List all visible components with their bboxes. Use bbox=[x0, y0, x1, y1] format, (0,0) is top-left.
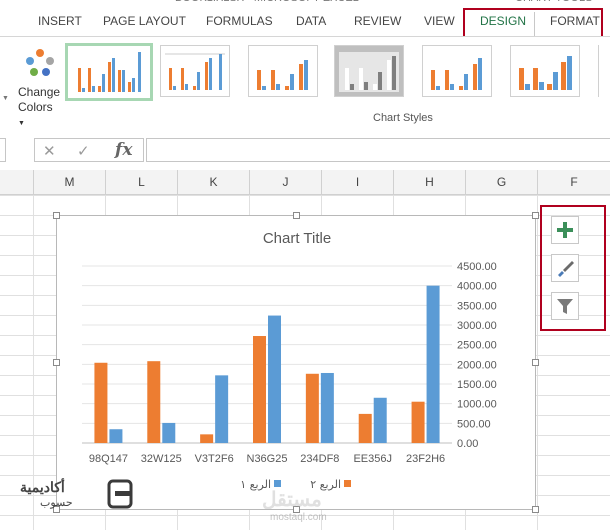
column-header-label: L bbox=[138, 175, 145, 189]
collapse-arrow-icon: ▼ bbox=[2, 95, 9, 102]
chevron-down-icon: ▼ bbox=[18, 120, 25, 127]
column-header-f[interactable]: F bbox=[537, 170, 610, 194]
column-header-label: F bbox=[570, 175, 578, 189]
x-tick-label: EE356J bbox=[353, 453, 392, 465]
colors-label: Colors ▼ bbox=[18, 100, 62, 128]
chart-style-6[interactable] bbox=[510, 45, 580, 97]
y-tick-label: 4500.00 bbox=[457, 261, 497, 273]
bar-series-1[interactable] bbox=[109, 429, 123, 443]
chart-styles-group-label: Chart Styles bbox=[373, 112, 433, 124]
mostaql-watermark-url: mostaql.com bbox=[270, 512, 327, 523]
academy-watermark: أكاديمية bbox=[20, 479, 65, 495]
x-tick-label: V3T2F6 bbox=[195, 453, 234, 465]
tab-data[interactable]: DATA bbox=[296, 14, 326, 28]
chart-style-3[interactable] bbox=[248, 45, 318, 97]
column-header-label: G bbox=[496, 175, 507, 189]
chart-style-preview bbox=[519, 56, 572, 90]
y-tick-label: 4000.00 bbox=[457, 281, 497, 293]
chart-style-4[interactable] bbox=[334, 45, 404, 97]
column-header-i-left[interactable]: I bbox=[0, 170, 15, 194]
chart-style-preview bbox=[257, 60, 308, 90]
y-tick-label: 3500.00 bbox=[457, 300, 497, 312]
enter-icon[interactable]: ✓ bbox=[77, 142, 90, 160]
chart-style-preview bbox=[431, 58, 482, 90]
column-header-i[interactable]: I bbox=[321, 170, 393, 194]
bar-series-2[interactable] bbox=[305, 373, 319, 443]
bar-series-2[interactable] bbox=[411, 401, 425, 443]
y-tick-label: 1500.00 bbox=[457, 379, 497, 391]
formula-buttons: ✕ ✓ fx bbox=[34, 138, 144, 162]
chart-filters-button[interactable] bbox=[551, 292, 579, 320]
column-header-label: M bbox=[64, 175, 75, 189]
name-box[interactable] bbox=[0, 138, 6, 162]
chart-styles-button[interactable] bbox=[551, 254, 579, 282]
column-header-m[interactable]: M bbox=[33, 170, 105, 194]
x-tick-label: 23F2H6 bbox=[406, 453, 445, 465]
column-header-label: J bbox=[282, 175, 289, 189]
color-palette-icon bbox=[26, 49, 54, 77]
column-header-l[interactable]: L bbox=[105, 170, 177, 194]
y-tick-label: 2000.00 bbox=[457, 359, 497, 371]
chart-style-preview bbox=[339, 52, 399, 92]
column-header-h[interactable]: H bbox=[393, 170, 465, 194]
plus-icon bbox=[557, 222, 573, 238]
legend-swatch bbox=[274, 480, 281, 487]
paintbrush-icon bbox=[558, 261, 574, 277]
column-headers: I M L K J I H G F bbox=[0, 170, 610, 195]
column-header-label: K bbox=[209, 175, 218, 189]
chart-area[interactable]: Chart Title 0.00 500.00 1000.00 1500.00 2000… bbox=[53, 212, 539, 513]
x-tick-label: N36G25 bbox=[247, 453, 288, 465]
mostaql-watermark: مستقل bbox=[262, 489, 322, 511]
column-header-label: I bbox=[355, 175, 360, 189]
tab-review[interactable]: REVIEW bbox=[354, 14, 401, 28]
change-colors-button[interactable]: Change Colors ▼ bbox=[14, 43, 62, 127]
bar-series-2[interactable] bbox=[147, 361, 161, 443]
chart-style-preview bbox=[165, 53, 225, 90]
y-tick-label: 2500.00 bbox=[457, 340, 497, 352]
x-tick-label: 234DF8 bbox=[300, 453, 339, 465]
chart-style-5[interactable] bbox=[422, 45, 492, 97]
legend-swatch bbox=[344, 480, 351, 487]
x-tick-label: 32W125 bbox=[141, 453, 182, 465]
formula-input[interactable] bbox=[146, 138, 610, 162]
bar-series-2[interactable] bbox=[200, 434, 214, 443]
bar-series-1[interactable] bbox=[373, 397, 387, 443]
chart-style-preview bbox=[78, 52, 141, 92]
plot-area: 0.00 500.00 1000.00 1500.00 2000.00 2500.00 30… bbox=[82, 261, 497, 491]
y-tick-label: 3000.00 bbox=[457, 320, 497, 332]
bar-series-2[interactable] bbox=[358, 413, 372, 443]
column-header-j[interactable]: J bbox=[249, 170, 321, 194]
change-colors-label: Change bbox=[18, 85, 61, 99]
tab-view[interactable]: VIEW bbox=[424, 14, 455, 28]
academy-watermark-sub: حسوب bbox=[40, 497, 73, 509]
chart-elements-button[interactable] bbox=[551, 216, 579, 244]
x-tick-label: 98Q147 bbox=[89, 453, 128, 465]
bar-series-2[interactable] bbox=[94, 362, 108, 443]
y-tick-label: 500.00 bbox=[457, 418, 491, 430]
bar-series-1[interactable] bbox=[162, 422, 176, 443]
bar-series-1[interactable] bbox=[215, 375, 229, 443]
bar-series-1[interactable] bbox=[268, 315, 281, 443]
formula-bar: ✕ ✓ fx bbox=[0, 130, 610, 171]
y-tick-label: 0.00 bbox=[457, 438, 478, 450]
chart-style-1[interactable] bbox=[65, 43, 153, 101]
tab-formulas[interactable]: FORMULAS bbox=[206, 14, 273, 28]
column-header-label: H bbox=[425, 175, 434, 189]
insert-function-icon[interactable]: fx bbox=[115, 140, 132, 160]
bar-series-2[interactable] bbox=[253, 336, 266, 443]
tab-page-layout[interactable]: PAGE LAYOUT bbox=[103, 14, 186, 28]
ribbon-panel: ▼ Change Colors ▼ Chart Styles bbox=[0, 36, 610, 132]
column-header-g[interactable]: G bbox=[465, 170, 537, 194]
column-header-k[interactable]: K bbox=[177, 170, 249, 194]
ribbon-tabs: INSERT PAGE LAYOUT FORMULAS DATA REVIEW … bbox=[0, 6, 610, 40]
funnel-icon bbox=[557, 299, 573, 314]
bar-series-1[interactable] bbox=[320, 372, 334, 443]
tab-insert[interactable]: INSERT bbox=[38, 14, 82, 28]
styles-scrollbar[interactable] bbox=[598, 45, 610, 97]
cancel-icon[interactable]: ✕ bbox=[43, 142, 56, 160]
y-tick-label: 1000.00 bbox=[457, 399, 497, 411]
bar-series-1[interactable] bbox=[426, 285, 440, 443]
colors-label-text: Colors bbox=[18, 100, 53, 114]
chart-style-2[interactable] bbox=[160, 45, 230, 97]
